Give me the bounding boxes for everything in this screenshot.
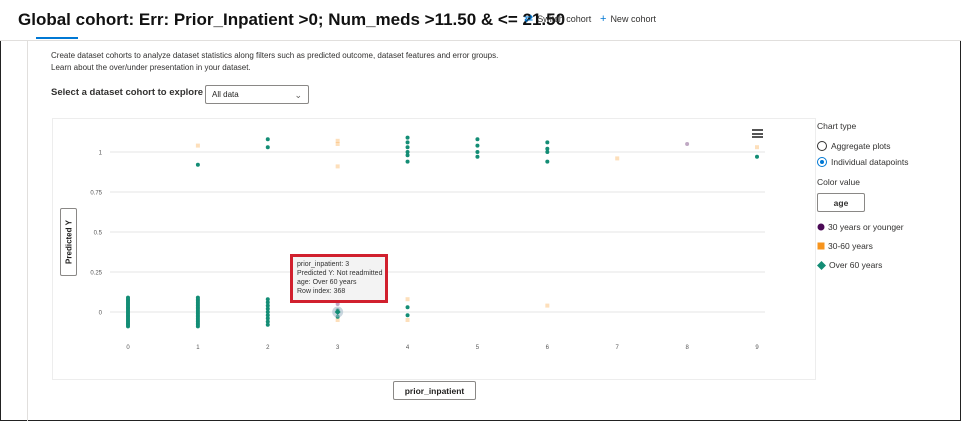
data-point-30-60 (335, 138, 340, 143)
chart-type-label: Chart type (817, 121, 857, 131)
data-point-over-60 (545, 146, 550, 151)
x-tick-label: 7 (616, 345, 620, 351)
x-axis-button[interactable]: prior_inpatient (393, 381, 476, 400)
x-tick-label: 4 (406, 345, 410, 351)
data-point-over-60 (475, 137, 480, 142)
side-panel: Chart type Aggregate plots Individual da… (817, 121, 957, 270)
x-tick-label: 2 (266, 345, 270, 351)
y-tick-label: 0.5 (94, 231, 103, 237)
radio-circle-icon (817, 141, 827, 151)
legend-label: Over 60 years (829, 260, 883, 270)
tooltip-line: age: Over 60 years (297, 279, 357, 286)
data-point-over-60 (265, 137, 270, 142)
legend-item-middle[interactable]: 30-60 years (817, 241, 957, 251)
color-value-button[interactable]: age (817, 193, 865, 212)
y-axis-button[interactable]: Predicted Y (60, 208, 77, 276)
data-point-over-60 (405, 150, 410, 154)
data-point-30-60 (405, 297, 410, 302)
x-tick-label: 0 (126, 345, 130, 351)
data-point-over-60 (475, 150, 480, 154)
data-point-over-60 (405, 140, 410, 145)
chart-menu-icon[interactable] (752, 129, 763, 138)
y-tick-label: 0.25 (90, 271, 102, 277)
radio-individual-label: Individual datapoints (831, 157, 909, 167)
y-tick-label: 1 (99, 151, 103, 157)
square-marker-icon (817, 242, 825, 250)
data-point-over-60 (405, 313, 410, 318)
x-tick-label: 9 (755, 345, 759, 351)
data-point-over-60 (545, 159, 550, 164)
x-axis-button-label: prior_inpatient (404, 385, 465, 396)
x-tick-label: 3 (336, 345, 340, 351)
color-value-label: Color value (817, 177, 860, 187)
radio-aggregate-plots[interactable]: Aggregate plots (817, 141, 957, 151)
data-point-over-60 (195, 295, 200, 300)
data-point-over-60 (405, 135, 410, 140)
radio-individual-datapoints[interactable]: Individual datapoints (817, 157, 957, 167)
tooltip-line: prior_inpatient: 3 (297, 261, 350, 268)
data-point-over-60 (405, 145, 410, 150)
y-tick-label: 0.75 (90, 191, 102, 197)
x-tick-label: 5 (476, 345, 480, 351)
x-tick-label: 8 (685, 345, 689, 351)
data-point-over-60 (265, 297, 270, 302)
data-point-over-60 (475, 154, 480, 159)
data-point-30-60 (615, 156, 620, 161)
tooltip-line: Predicted Y: Not readmitted (297, 270, 383, 277)
datapoint-tooltip: prior_inpatient: 3 Predicted Y: Not read… (290, 254, 388, 303)
y-axis-button-label: Predicted Y (64, 220, 73, 264)
diamond-marker-icon (817, 260, 826, 270)
radio-aggregate-label: Aggregate plots (831, 141, 891, 151)
data-point-30-60 (405, 318, 410, 322)
data-point-30-60 (755, 145, 759, 150)
data-point-young (685, 142, 690, 146)
legend-label: 30-60 years (828, 241, 873, 251)
data-point-over-60 (405, 159, 410, 164)
x-tick-label: 1 (196, 345, 200, 351)
data-point-30-60 (545, 303, 550, 308)
legend-item-old[interactable]: Over 60 years (817, 260, 957, 270)
data-point-over-60 (126, 295, 130, 300)
color-value-button-label: age (833, 197, 849, 208)
data-point-over-60 (265, 145, 270, 150)
radio-selected-icon (817, 157, 827, 167)
x-tick-label: 6 (546, 345, 550, 351)
data-point-over-60 (405, 305, 410, 310)
legend-item-young[interactable]: 30 years or younger (817, 222, 957, 232)
data-point-30-60 (335, 164, 340, 169)
data-point-over-60 (545, 140, 550, 145)
circle-marker-icon (817, 223, 825, 231)
legend-label: 30 years or younger (828, 222, 904, 232)
data-point-30-60 (195, 143, 200, 148)
data-point-over-60 (195, 162, 200, 167)
y-tick-label: 0 (99, 311, 103, 317)
data-point-over-60 (475, 143, 480, 148)
data-point-over-60 (755, 154, 759, 159)
tooltip-line: Row index: 368 (297, 288, 346, 295)
